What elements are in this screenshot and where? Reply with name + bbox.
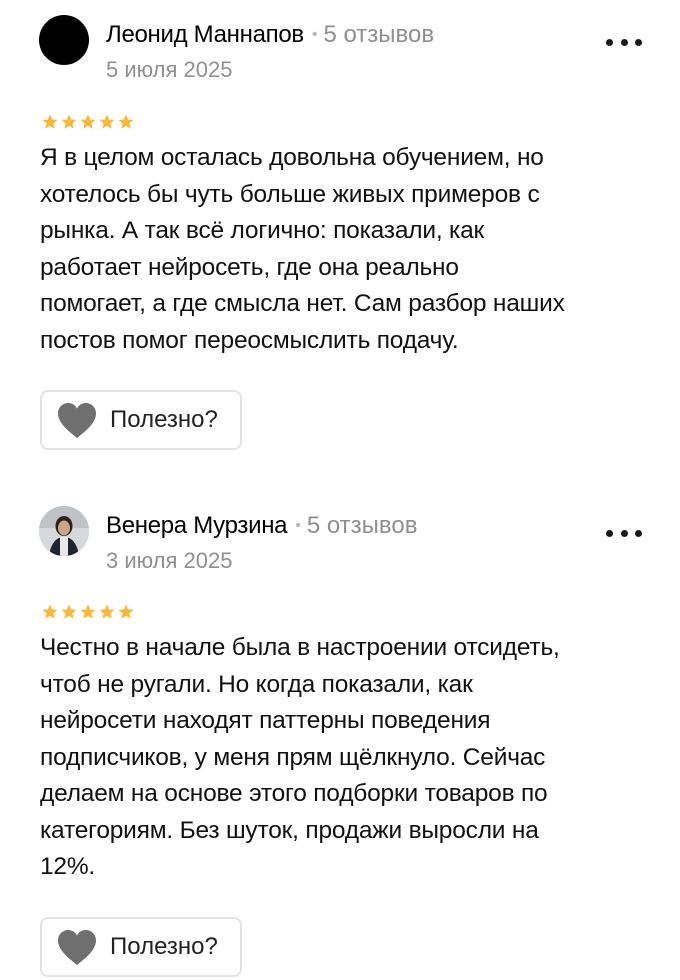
review-text-line: постов помог переосмыслить подачу. [40, 326, 459, 354]
review-text-line: рынка. А так всё логично: показали, как [40, 217, 485, 244]
review-text-line: хотелось бы чуть больше живых примеров с [40, 180, 540, 208]
review-text-line: категориям. Без шуток, продажи выросли н… [40, 816, 539, 844]
helpful-button[interactable]: Полезно? [40, 917, 242, 977]
author-name[interactable]: Леонид Маннапов [106, 21, 304, 48]
review-date: 5 июля 2025 [106, 57, 233, 82]
reviews-count: 5 отзывов [306, 512, 418, 539]
star-icon [118, 114, 134, 129]
star-icon [80, 604, 96, 619]
heart-icon [58, 403, 96, 438]
more-dots-icon[interactable] [606, 32, 642, 52]
helpful-label: Полезно? [110, 406, 218, 433]
review-text-line: Я в целом осталась довольна обучением, н… [40, 144, 544, 171]
more-dots-icon[interactable] [606, 523, 642, 543]
star-icon [118, 604, 134, 619]
review-text-line: помогает, а где смысла нет. Сам разбор н… [40, 290, 565, 317]
helpful-label: Полезно? [110, 933, 218, 960]
star-icon [61, 114, 77, 129]
star-icon [61, 604, 77, 619]
star-icon [99, 114, 115, 129]
author-avatar[interactable] [39, 506, 89, 556]
reviews-count: 5 отзывов [323, 21, 435, 48]
review-date: 3 июля 2025 [106, 548, 233, 573]
separator-dot: • [311, 26, 318, 43]
review-card-1: Леонид Маннапов • 5 отзывов 5 июля 2025 Я … [0, 0, 680, 490]
review-text: Честно в начале была в настроении отсиде… [40, 630, 650, 886]
review-text-line: Честно в начале была в настроении отсиде… [40, 634, 560, 661]
review-text-line: нейросети находят паттерны поведения [40, 707, 491, 734]
author-line: Леонид Маннапов • 5 отзывов [106, 20, 434, 53]
star-rating [41, 113, 135, 131]
heart-icon [58, 930, 96, 965]
author-avatar[interactable] [39, 15, 89, 65]
review-card-2: Венера Мурзина • 5 отзывов 3 июля 2025 Чес… [0, 490, 680, 980]
review-text-line: работает нейросеть, где она реально [40, 253, 459, 281]
star-icon [99, 604, 115, 619]
review-text-line: подписчиков, у меня прям щёлкнуло. Сейча… [40, 743, 546, 771]
author-name[interactable]: Венера Мурзина [106, 512, 288, 539]
star-icon [42, 604, 58, 619]
helpful-button[interactable]: Полезно? [40, 390, 242, 450]
review-text: Я в целом осталась довольна обучением, н… [40, 140, 650, 359]
review-text-line: делаем на основе этого подборки товаров … [40, 780, 548, 807]
review-text-line: 12%. [40, 853, 96, 880]
star-rating [41, 603, 135, 621]
review-text-line: чтоб не ругали. Но когда показали, как [40, 670, 473, 698]
author-line: Венера Мурзина • 5 отзывов [106, 511, 417, 544]
separator-dot: • [295, 517, 301, 534]
avatar-photo-icon [39, 506, 89, 556]
star-icon [80, 114, 96, 129]
star-icon [42, 114, 58, 129]
